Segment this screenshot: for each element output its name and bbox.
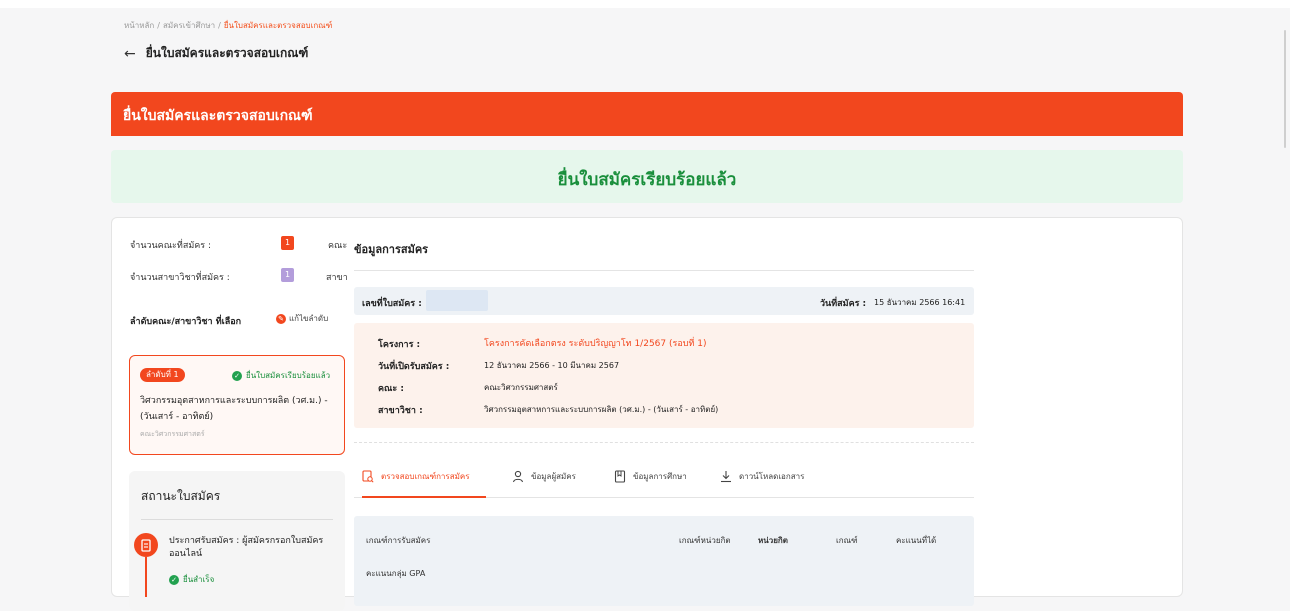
check-circle-icon: ✓	[169, 574, 179, 585]
application-info-panel: ข้อมูลการสมัคร เลขที่ใบสมัคร : วันที่สมั…	[354, 218, 974, 606]
tab-download-docs[interactable]: ดาวน์โหลดเอกสาร	[720, 470, 804, 483]
project-label: โครงการ :	[378, 340, 421, 350]
edit-order-label: แก้ไขลำดับ	[289, 314, 329, 323]
choice-card-1[interactable]: ลำดับที่ 1 ✓ ยื่นใบสมัครเรียบร้อยแล้ว วิ…	[129, 355, 345, 455]
credits-header: หน่วยกิต	[758, 536, 788, 545]
section-header-bar: ยื่นใบสมัครและตรวจสอบเกณฑ์	[111, 92, 1183, 136]
application-number-bar: เลขที่ใบสมัคร : วันที่สมัคร : 15 ธันวาคม…	[354, 287, 974, 315]
timeline-line	[145, 557, 147, 597]
criteria-header: เกณฑ์การรับสมัคร	[366, 536, 431, 545]
choice-major: วิศวกรรมอุตสาหการและระบบการผลิต (วศ.ม.) …	[140, 396, 328, 422]
faculty-count-badge: 1	[281, 236, 294, 250]
status-title: สถานะใบสมัคร	[141, 489, 221, 503]
major-unit: สาขา	[326, 273, 348, 283]
section-title: ข้อมูลการสมัคร	[354, 243, 429, 256]
tab-label: ตรวจสอบเกณฑ์การสมัคร	[381, 472, 470, 481]
app-no-label: เลขที่ใบสมัคร :	[362, 299, 422, 309]
user-icon	[512, 470, 524, 483]
tab-label: ข้อมูลผู้สมัคร	[531, 472, 576, 481]
tab-bar: ตรวจสอบเกณฑ์การสมัคร ข้อมูลผู้สมัคร ข้อม…	[354, 466, 974, 498]
application-status-panel: สถานะใบสมัคร ประกาศรับสมัคร : ผู้สมัครกร…	[129, 471, 345, 611]
tab-applicant-info[interactable]: ข้อมูลผู้สมัคร	[512, 470, 576, 483]
page-title: ยื่นใบสมัครและตรวจสอบเกณฑ์	[145, 46, 309, 60]
success-banner: ยื่นใบสมัครเรียบร้อยแล้ว	[111, 150, 1183, 203]
download-icon	[721, 471, 731, 483]
page-header: ← ยื่นใบสมัครและตรวจสอบเกณฑ์	[124, 44, 308, 63]
faculty-unit: คณะ	[328, 241, 348, 251]
page-scrollbar[interactable]	[1284, 30, 1286, 148]
application-card: จำนวนคณะที่สมัคร : 1 คณะ จำนวนสาขาวิชาที…	[111, 217, 1183, 611]
section-header-title: ยื่นใบสมัครและตรวจสอบเกณฑ์	[123, 108, 313, 124]
major-label: สาขาวิชา :	[378, 406, 423, 416]
major-count-label: จำนวนสาขาวิชาที่สมัคร :	[130, 273, 230, 283]
breadcrumb-home[interactable]: หน้าหลัก	[124, 21, 154, 30]
arrow-left-icon[interactable]: ←	[124, 46, 136, 62]
breadcrumb-apply[interactable]: สมัครเข้าศึกษา	[163, 21, 215, 30]
status-step-label: ยื่นสำเร็จ	[183, 575, 215, 584]
choice-faculty: คณะวิศวกรรมศาสตร์	[140, 430, 205, 438]
choice-status: ✓ ยื่นใบสมัครเรียบร้อยแล้ว	[232, 369, 330, 382]
tab-check-criteria[interactable]: ตรวจสอบเกณฑ์การสมัคร	[362, 470, 470, 483]
period-value: 12 ธันวาคม 2566 - 10 มีนาคม 2567	[484, 361, 620, 370]
active-tab-indicator	[362, 496, 486, 498]
book-icon	[614, 470, 626, 483]
tab-label: ดาวน์โหลดเอกสาร	[739, 472, 805, 481]
top-strip	[0, 0, 1290, 8]
check-circle-icon: ✓	[232, 370, 242, 381]
breadcrumb-separator: /	[157, 21, 160, 30]
dashed-divider	[354, 442, 974, 443]
rank-badge: ลำดับที่ 1	[140, 368, 185, 382]
app-date-label: วันที่สมัคร :	[820, 299, 867, 309]
breadcrumb-current: ยื่นใบสมัครและตรวจสอบเกณฑ์	[223, 21, 333, 30]
faculty-label: คณะ :	[378, 384, 404, 394]
criteria-row-gpa: คะแนนกลุ่ม GPA	[366, 569, 426, 578]
app-date-value: 15 ธันวาคม 2566 16:41	[874, 298, 966, 307]
app-no-value-redacted	[426, 290, 488, 311]
faculty-count-label: จำนวนคณะที่สมัคร :	[130, 241, 211, 251]
project-value: โครงการคัดเลือกตรง ระดับปริญญาโท 1/2567 …	[484, 339, 707, 349]
tab-label: ข้อมูลการศึกษา	[633, 472, 687, 481]
order-heading: ลำดับคณะ/สาขาวิชา ที่เลือก	[130, 317, 242, 327]
pencil-icon: ✎	[276, 313, 286, 324]
choice-status-label: ยื่นใบสมัครเรียบร้อยแล้ว	[246, 371, 331, 380]
breadcrumb: หน้าหลัก / สมัครเข้าศึกษา / ยื่นใบสมัครและตร…	[124, 19, 332, 32]
success-message: ยื่นใบสมัครเรียบร้อยแล้ว	[557, 170, 737, 190]
search-document-icon	[362, 470, 374, 483]
document-icon	[134, 533, 158, 557]
application-details: โครงการ : โครงการคัดเลือกตรง ระดับปริญญา…	[354, 323, 974, 428]
criteria-table: เกณฑ์การรับสมัคร เกณฑ์หน่วยกิต หน่วยกิต …	[354, 516, 974, 606]
faculty-value: คณะวิศวกรรมศาสตร์	[484, 383, 558, 392]
major-value: วิศวกรรมอุตสาหการและระบบการผลิต (วศ.ม.) …	[484, 405, 719, 414]
credit-criteria-header: เกณฑ์หน่วยกิต	[679, 536, 731, 545]
major-count-badge: 1	[281, 268, 294, 282]
status-step-done: ✓ ยื่นสำเร็จ	[169, 573, 214, 586]
threshold-header: เกณฑ์	[836, 536, 858, 545]
tab-education-info[interactable]: ข้อมูลการศึกษา	[614, 470, 687, 483]
edit-order-button[interactable]: ✎ แก้ไขลำดับ	[276, 312, 328, 325]
divider	[354, 270, 974, 271]
score-header: คะแนนที่ได้	[896, 536, 937, 545]
breadcrumb-separator: /	[218, 21, 221, 30]
status-step-text: ประกาศรับสมัคร : ผู้สมัครกรอกใบสมัครออนไ…	[169, 536, 324, 559]
divider	[141, 519, 333, 520]
period-label: วันที่เปิดรับสมัคร :	[378, 362, 450, 372]
